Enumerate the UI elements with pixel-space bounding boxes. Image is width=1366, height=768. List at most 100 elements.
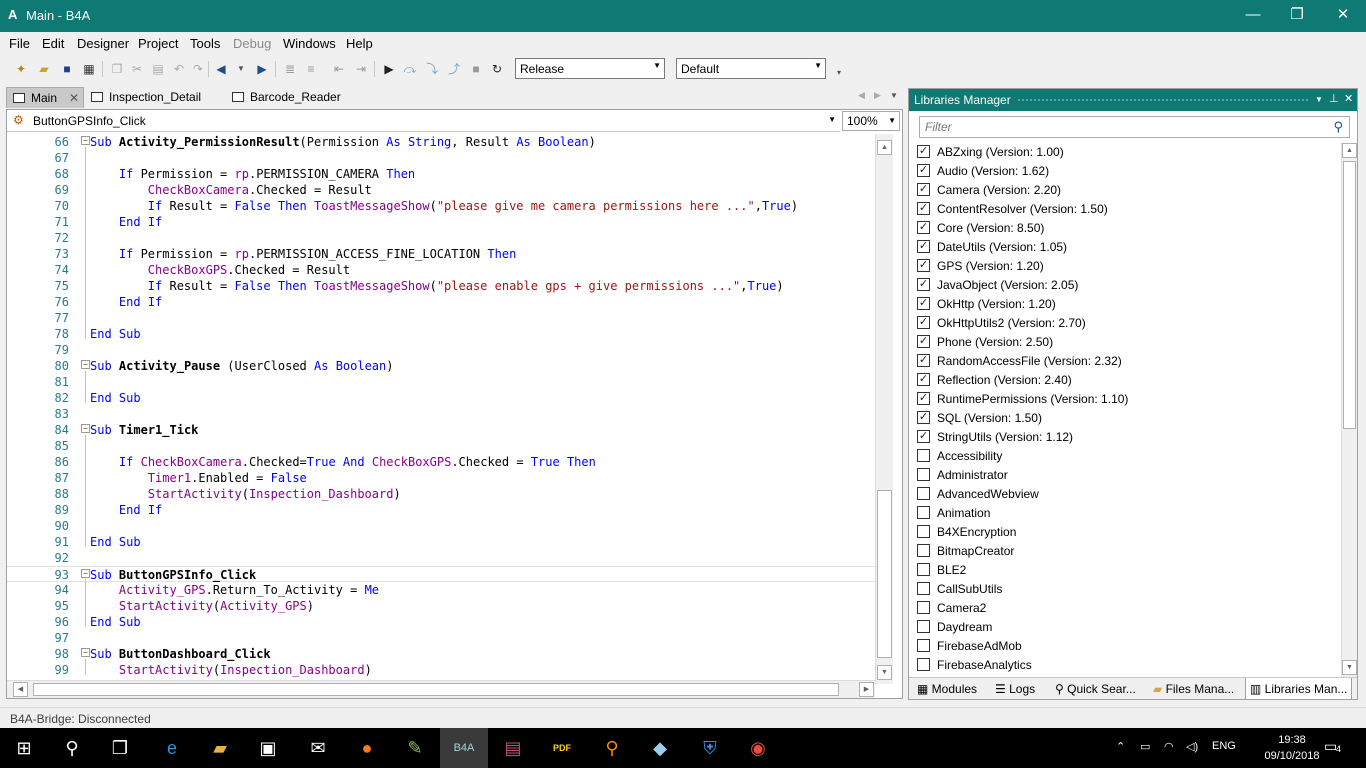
start-icon[interactable]: ⊞ xyxy=(0,728,48,768)
step-in-icon[interactable]: ⤵ xyxy=(423,60,441,78)
library-checkbox[interactable] xyxy=(917,639,930,652)
step-out-icon[interactable]: ⤴ xyxy=(445,60,463,78)
code-line[interactable]: 76 End If xyxy=(7,294,875,310)
menu-help[interactable]: Help xyxy=(346,36,373,51)
fold-toggle-icon[interactable]: − xyxy=(81,136,90,145)
code-line[interactable]: 89 End If xyxy=(7,502,875,518)
library-checkbox[interactable]: ✓ xyxy=(917,221,930,234)
library-item[interactable]: Accessibility xyxy=(913,447,1343,466)
library-checkbox[interactable] xyxy=(917,487,930,500)
menu-file[interactable]: File xyxy=(9,36,30,51)
library-checkbox[interactable] xyxy=(917,506,930,519)
library-checkbox[interactable]: ✓ xyxy=(917,316,930,329)
stop-icon[interactable]: ■ xyxy=(467,60,485,78)
close-tab-icon[interactable]: ✕ xyxy=(69,91,79,105)
code-line[interactable]: 87 Timer1.Enabled = False xyxy=(7,470,875,486)
library-checkbox[interactable]: ✓ xyxy=(917,297,930,310)
library-item[interactable]: Animation xyxy=(913,504,1343,523)
library-checkbox[interactable] xyxy=(917,582,930,595)
code-line[interactable]: 77 xyxy=(7,310,875,326)
library-checkbox[interactable]: ✓ xyxy=(917,183,930,196)
code-line[interactable]: 73 If Permission = rp.PERMISSION_ACCESS_… xyxy=(7,246,875,262)
code-line[interactable]: 82 End Sub xyxy=(7,390,875,406)
library-item[interactable]: ✓ Phone (Version: 2.50) xyxy=(913,333,1343,352)
sub-selector[interactable]: ⚙ ButtonGPSInfo_Click ▼ xyxy=(7,110,840,132)
tab-inspection-detail[interactable]: Inspection_Detail xyxy=(85,87,207,108)
run-icon[interactable]: ▶ xyxy=(380,60,398,78)
chrome-icon[interactable]: ◉ xyxy=(734,728,782,768)
library-item[interactable]: ✓ RuntimePermissions (Version: 1.10) xyxy=(913,390,1343,409)
code-line[interactable]: 80 − Sub Activity_Pause (UserClosed As Boo… xyxy=(7,358,875,374)
code-line[interactable]: 93 − Sub ButtonGPSInfo_Click xyxy=(7,566,875,582)
library-item[interactable]: ✓ StringUtils (Version: 1.12) xyxy=(913,428,1343,447)
library-item[interactable]: ✓ Core (Version: 8.50) xyxy=(913,219,1343,238)
menu-debug[interactable]: Debug xyxy=(233,36,271,51)
code-line[interactable]: 94 Activity_GPS.Return_To_Activity = Me xyxy=(7,582,875,598)
tray-expand-icon[interactable]: ⌃ xyxy=(1116,740,1125,753)
library-item[interactable]: ✓ ContentResolver (Version: 1.50) xyxy=(913,200,1343,219)
battery-icon[interactable]: ▭ xyxy=(1140,740,1150,753)
new-file-icon[interactable]: ✦ xyxy=(12,60,30,78)
code-line[interactable]: 81 xyxy=(7,374,875,390)
code-line[interactable]: 99 StartActivity(Inspection_Dashboard) xyxy=(7,662,875,678)
fold-toggle-icon[interactable]: − xyxy=(81,360,90,369)
tab-libraries-manager[interactable]: ▥ Libraries Man... xyxy=(1245,678,1353,700)
wifi-icon[interactable]: ◠ xyxy=(1164,740,1174,753)
search-tool-icon[interactable]: ⚲ xyxy=(588,728,636,768)
indent-icon[interactable]: ⇥ xyxy=(352,60,370,78)
minimize-button[interactable]: — xyxy=(1230,0,1276,32)
search-icon[interactable]: ⚲ xyxy=(1333,119,1343,135)
library-item[interactable]: ✓ OkHttpUtils2 (Version: 2.70) xyxy=(913,314,1343,333)
zoom-select[interactable]: 100% ▼ xyxy=(842,111,900,131)
code-line[interactable]: 86 If CheckBoxCamera.Checked=True And Ch… xyxy=(7,454,875,470)
code-line[interactable]: 66 − Sub Activity_PermissionResult(Permiss… xyxy=(7,134,875,150)
code-line[interactable]: 70 If Result = False Then ToastMessageSh… xyxy=(7,198,875,214)
code-line[interactable]: 79 xyxy=(7,342,875,358)
scroll-down-icon[interactable]: ▼ xyxy=(1342,660,1357,675)
tab-modules[interactable]: ▦ Modules xyxy=(917,682,977,696)
library-checkbox[interactable]: ✓ xyxy=(917,354,930,367)
library-checkbox[interactable]: ✓ xyxy=(917,411,930,424)
scroll-down-icon[interactable]: ▼ xyxy=(877,665,892,680)
tab-main[interactable]: Main ✕ xyxy=(6,87,84,108)
store-icon[interactable]: ▣ xyxy=(244,728,292,768)
back-dropdown-icon[interactable]: ▼ xyxy=(232,60,250,78)
b4a-icon[interactable]: B4A xyxy=(440,728,488,768)
scroll-left-icon[interactable]: ◀ xyxy=(13,682,28,697)
build-config-select[interactable]: Release ▼ xyxy=(515,58,665,79)
library-checkbox[interactable] xyxy=(917,525,930,538)
code-line[interactable]: 95 StartActivity(Activity_GPS) xyxy=(7,598,875,614)
library-checkbox[interactable]: ✓ xyxy=(917,373,930,386)
library-checkbox[interactable] xyxy=(917,563,930,576)
scroll-thumb[interactable] xyxy=(33,683,839,696)
scroll-up-icon[interactable]: ▲ xyxy=(877,140,892,155)
clock[interactable]: 19:38 09/10/2018 xyxy=(1262,732,1322,764)
scroll-right-icon[interactable]: ▶ xyxy=(859,682,874,697)
fold-toggle-icon[interactable]: − xyxy=(81,569,90,578)
code-line[interactable]: 74 CheckBoxGPS.Checked = Result xyxy=(7,262,875,278)
library-checkbox[interactable] xyxy=(917,449,930,462)
library-checkbox[interactable] xyxy=(917,658,930,671)
library-item[interactable]: BitmapCreator xyxy=(913,542,1343,561)
library-item[interactable]: ✓ JavaObject (Version: 2.05) xyxy=(913,276,1343,295)
comment-block-icon[interactable]: ≣ xyxy=(281,60,299,78)
tab-quick-search[interactable]: ⚲ Quick Sear... xyxy=(1055,682,1136,696)
code-line[interactable]: 97 xyxy=(7,630,875,646)
open-folder-icon[interactable]: ▰ xyxy=(35,60,53,78)
scroll-thumb[interactable] xyxy=(877,490,892,658)
copy-icon[interactable]: ❐ xyxy=(108,60,126,78)
library-checkbox[interactable] xyxy=(917,544,930,557)
notepad-icon[interactable]: ✎ xyxy=(391,728,439,768)
tabs-scroll-right-icon[interactable]: ▶ xyxy=(874,90,881,101)
code-line[interactable]: 88 StartActivity(Inspection_Dashboard) xyxy=(7,486,875,502)
undo-icon[interactable]: ↶ xyxy=(170,60,188,78)
library-checkbox[interactable]: ✓ xyxy=(917,392,930,405)
code-line[interactable]: 68 If Permission = rp.PERMISSION_CAMERA … xyxy=(7,166,875,182)
library-item[interactable]: Administrator xyxy=(913,466,1343,485)
toolbar-overflow-icon[interactable]: ▾ xyxy=(830,64,848,82)
code-line[interactable]: 90 xyxy=(7,518,875,534)
restart-icon[interactable]: ↻ xyxy=(488,60,506,78)
library-item[interactable]: ✓ Reflection (Version: 2.40) xyxy=(913,371,1343,390)
library-item[interactable]: ✓ Audio (Version: 1.62) xyxy=(913,162,1343,181)
library-list-scrollbar[interactable]: ▲ ▼ xyxy=(1341,143,1357,677)
